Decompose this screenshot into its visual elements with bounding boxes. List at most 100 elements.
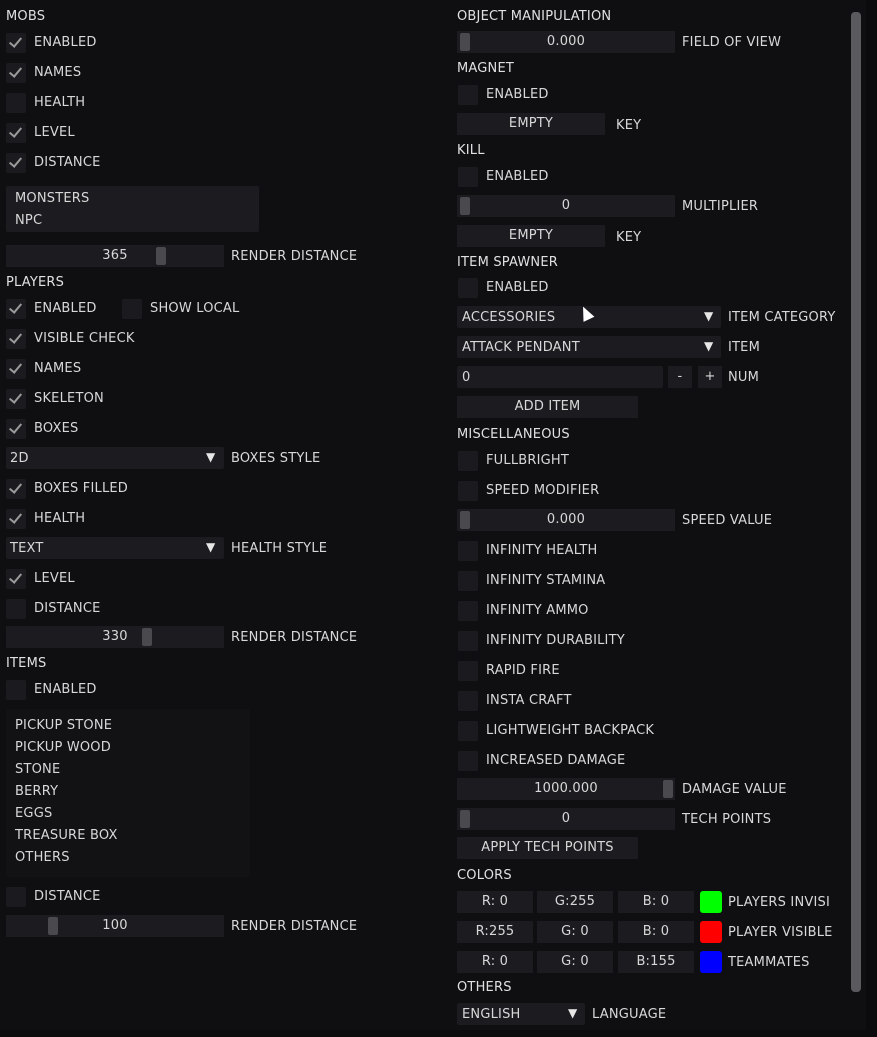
color-g-input[interactable]: G:255 — [537, 891, 613, 913]
spawner-enabled-checkbox[interactable] — [458, 278, 478, 298]
mobs-names-checkbox[interactable] — [6, 63, 26, 83]
fullbright-checkbox[interactable] — [458, 451, 478, 471]
list-item[interactable]: TREASURE BOX — [15, 828, 118, 843]
items-distance-checkbox[interactable] — [6, 887, 26, 907]
slider-handle[interactable] — [460, 197, 470, 215]
color-b-input[interactable]: B:155 — [618, 951, 694, 973]
color-r-input[interactable]: R: 0 — [457, 891, 533, 913]
list-item[interactable]: NPC — [15, 213, 42, 228]
color-g-input[interactable]: G: 0 — [537, 921, 613, 943]
skeleton-checkbox[interactable] — [6, 389, 26, 409]
damage-value-slider[interactable]: 1000.000 — [457, 778, 675, 800]
items-enabled-checkbox[interactable] — [6, 680, 26, 700]
color-swatch-red[interactable] — [700, 921, 722, 943]
players-render-distance-slider[interactable]: 330 — [6, 626, 224, 648]
players-enabled-checkbox[interactable] — [6, 299, 26, 319]
health-style-value: TEXT — [10, 541, 44, 556]
infinity-ammo-checkbox[interactable] — [458, 601, 478, 621]
list-item[interactable]: PICKUP STONE — [15, 718, 112, 733]
chevron-down-icon[interactable]: ▼ — [206, 450, 215, 464]
slider-handle[interactable] — [460, 33, 470, 51]
visible-check-checkbox[interactable] — [6, 329, 26, 349]
infinity-durability-checkbox[interactable] — [458, 631, 478, 651]
apply-tech-points-button[interactable]: APPLY TECH POINTS — [457, 837, 638, 859]
slider-handle[interactable] — [156, 247, 166, 265]
field-of-view-slider[interactable]: 0.000 — [457, 31, 675, 53]
slider-value: 1000.000 — [534, 781, 598, 796]
chevron-down-icon[interactable]: ▼ — [568, 1006, 577, 1020]
list-item[interactable]: OTHERS — [15, 850, 70, 865]
num-input[interactable] — [457, 366, 663, 388]
mobs-render-distance-slider[interactable]: 365 — [6, 245, 224, 267]
mobs-distance-checkbox[interactable] — [6, 153, 26, 173]
fullbright-label: FULLBRIGHT — [486, 453, 570, 468]
add-item-button[interactable]: ADD ITEM — [457, 396, 638, 418]
speed-value-slider[interactable]: 0.000 — [457, 509, 675, 531]
kill-key-button[interactable]: EMPTY — [457, 225, 605, 247]
multiplier-label: MULTIPLIER — [682, 199, 759, 214]
infinity-stamina-checkbox[interactable] — [458, 571, 478, 591]
infinity-health-checkbox[interactable] — [458, 541, 478, 561]
color-b-input[interactable]: B: 0 — [618, 921, 694, 943]
rapid-fire-checkbox[interactable] — [458, 661, 478, 681]
players-distance-checkbox[interactable] — [6, 599, 26, 619]
players-health-checkbox[interactable] — [6, 509, 26, 529]
players-names-checkbox[interactable] — [6, 359, 26, 379]
list-item[interactable]: EGGS — [15, 806, 52, 821]
slider-value: 330 — [102, 629, 128, 644]
players-names-label: NAMES — [34, 361, 82, 376]
list-item[interactable]: MONSTERS — [15, 191, 89, 206]
color-g-input[interactable]: G: 0 — [537, 951, 613, 973]
color-b-input[interactable]: B: 0 — [618, 891, 694, 913]
tech-points-slider[interactable]: 0 — [457, 808, 675, 830]
players-health-label: HEALTH — [34, 511, 86, 526]
slider-handle[interactable] — [48, 917, 58, 935]
scrollbar-thumb[interactable] — [851, 12, 861, 992]
slider-value: 365 — [102, 248, 128, 263]
magnet-enabled-checkbox[interactable] — [458, 85, 478, 105]
increased-damage-checkbox[interactable] — [458, 751, 478, 771]
slider-handle[interactable] — [460, 810, 470, 828]
chevron-down-icon[interactable]: ▼ — [704, 339, 713, 353]
players-enabled-label: ENABLED — [34, 301, 97, 316]
list-item[interactable]: PICKUP WOOD — [15, 740, 111, 755]
speed-value-label: SPEED VALUE — [682, 513, 773, 528]
multiplier-slider[interactable]: 0 — [457, 195, 675, 217]
speed-modifier-checkbox[interactable] — [458, 481, 478, 501]
mobs-render-distance-label: RENDER DISTANCE — [231, 249, 358, 264]
color-r-input[interactable]: R:255 — [457, 921, 533, 943]
lightweight-backpack-checkbox[interactable] — [458, 721, 478, 741]
item-label: ITEM — [728, 340, 761, 355]
insta-craft-checkbox[interactable] — [458, 691, 478, 711]
magnet-enabled-label: ENABLED — [486, 87, 549, 102]
show-local-checkbox[interactable] — [122, 299, 142, 319]
items-distance-label: DISTANCE — [34, 889, 101, 904]
slider-handle[interactable] — [460, 511, 470, 529]
rapid-fire-label: RAPID FIRE — [486, 663, 560, 678]
vertical-scrollbar[interactable] — [851, 12, 861, 992]
slider-handle[interactable] — [142, 628, 152, 646]
decrement-button[interactable]: - — [668, 366, 692, 388]
increment-button[interactable]: + — [698, 366, 722, 388]
slider-handle[interactable] — [663, 780, 673, 798]
mobs-health-label: HEALTH — [34, 95, 86, 110]
mobs-health-checkbox[interactable] — [6, 93, 26, 113]
kill-enabled-checkbox[interactable] — [458, 167, 478, 187]
boxes-filled-checkbox[interactable] — [6, 479, 26, 499]
players-level-checkbox[interactable] — [6, 569, 26, 589]
players-render-distance-label: RENDER DISTANCE — [231, 630, 358, 645]
color-r-input[interactable]: R: 0 — [457, 951, 533, 973]
boxes-style-dropdown[interactable] — [6, 447, 224, 469]
magnet-key-button[interactable]: EMPTY — [457, 113, 605, 135]
mobs-level-checkbox[interactable] — [6, 123, 26, 143]
list-item[interactable]: STONE — [15, 762, 60, 777]
list-item[interactable]: BERRY — [15, 784, 58, 799]
boxes-checkbox[interactable] — [6, 419, 26, 439]
mobs-enabled-checkbox[interactable] — [6, 33, 26, 53]
boxes-filled-label: BOXES FILLED — [34, 481, 129, 496]
color-swatch-blue[interactable] — [700, 951, 722, 973]
color-swatch-green[interactable] — [700, 891, 722, 913]
items-render-distance-slider[interactable]: 100 — [6, 915, 224, 937]
chevron-down-icon[interactable]: ▼ — [206, 540, 215, 554]
chevron-down-icon[interactable]: ▼ — [704, 309, 713, 323]
